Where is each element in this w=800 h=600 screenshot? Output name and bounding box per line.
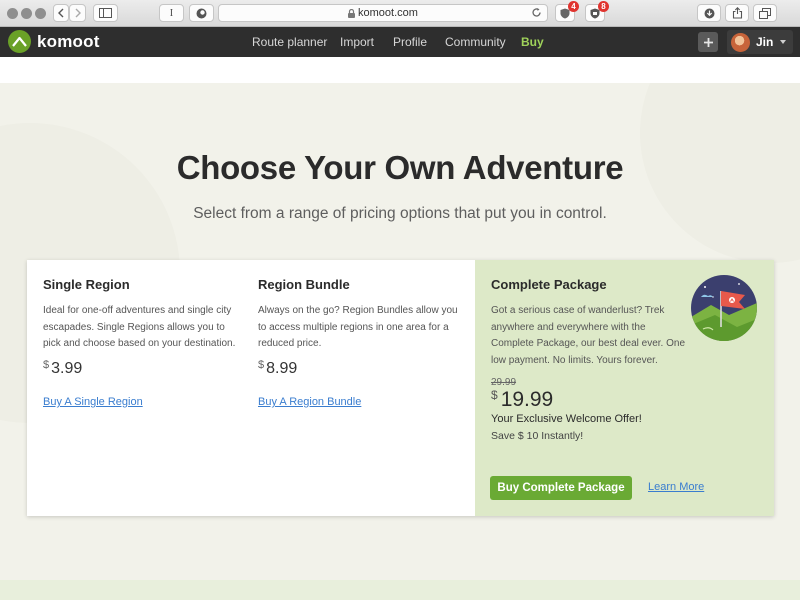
adblock-extension-button[interactable]: 8	[585, 1, 609, 22]
address-bar[interactable]: komoot.com	[218, 4, 548, 22]
browser-toolbar: I komoot.com 4 8	[0, 0, 800, 27]
plan-region-bundle: Region Bundle Always on the go? Region B…	[243, 260, 475, 516]
plus-icon	[703, 37, 713, 47]
plan-complete-package: Complete Package Got a serious case of w…	[475, 260, 774, 516]
user-menu[interactable]: Jin	[727, 30, 793, 54]
extension-button[interactable]	[189, 4, 214, 22]
close-window-button[interactable]	[7, 8, 18, 19]
plan-title: Region Bundle	[258, 277, 350, 292]
privacy-extension-button[interactable]: 4	[555, 1, 579, 22]
user-name: Jin	[756, 35, 774, 49]
nav-import[interactable]: Import	[340, 35, 374, 49]
page-title: Choose Your Own Adventure	[176, 149, 624, 186]
reader-button[interactable]: I	[159, 4, 184, 22]
buy-region-bundle-link[interactable]: Buy A Region Bundle	[258, 396, 361, 408]
forward-button[interactable]	[69, 4, 86, 22]
sidebar-toggle-button[interactable]	[93, 4, 118, 22]
flag-landscape-icon	[691, 275, 757, 341]
savings-text: Save $ 10 Instantly!	[491, 430, 584, 442]
buy-single-region-link[interactable]: Buy A Single Region	[43, 396, 143, 408]
extension-badge-count: 4	[568, 1, 579, 12]
tabs-overview-button[interactable]	[753, 4, 777, 22]
pricing-card: Single Region Ideal for one-off adventur…	[27, 260, 774, 516]
original-price: 29.99	[491, 377, 517, 388]
nav-community[interactable]: Community	[445, 35, 506, 49]
add-button[interactable]	[698, 32, 718, 52]
globe-icon	[196, 8, 207, 18]
chevron-left-icon	[58, 8, 64, 18]
price-value: 19.99	[500, 388, 554, 411]
page-subtitle: Select from a range of pricing options t…	[193, 205, 607, 222]
nav-route-planner[interactable]: Route planner	[252, 35, 327, 49]
download-icon	[704, 8, 714, 18]
buy-complete-package-button[interactable]: Buy Complete Package	[490, 476, 632, 500]
minimize-window-button[interactable]	[21, 8, 32, 19]
currency-symbol: $	[491, 388, 498, 402]
nav-buy[interactable]: Buy	[521, 35, 544, 49]
chevron-down-icon	[780, 40, 787, 44]
site-navigation: komoot Route planner Import Profile Comm…	[0, 27, 800, 57]
zoom-window-button[interactable]	[35, 8, 46, 19]
page-top-strip	[0, 57, 800, 83]
plan-single-region: Single Region Ideal for one-off adventur…	[27, 260, 243, 516]
komoot-logo[interactable]: komoot	[8, 30, 100, 53]
tabs-icon	[759, 7, 771, 19]
downloads-button[interactable]	[697, 4, 721, 22]
share-icon	[732, 7, 742, 19]
footer-band	[0, 580, 800, 600]
plan-description: Got a serious case of wanderlust? Trek a…	[491, 305, 686, 366]
reload-icon[interactable]	[531, 7, 542, 18]
nav-profile[interactable]: Profile	[393, 35, 427, 49]
price-value: 8.99	[266, 360, 298, 377]
extension-badge-count: 8	[598, 1, 609, 12]
avatar	[731, 32, 750, 52]
reader-icon: I	[169, 7, 174, 19]
plan-description: Ideal for one-off adventures and single …	[43, 305, 236, 349]
sidebar-icon	[99, 8, 112, 18]
plan-description: Always on the go? Region Bundles allow y…	[258, 305, 458, 349]
welcome-offer-text: Your Exclusive Welcome Offer!	[491, 413, 642, 425]
plan-title: Single Region	[43, 277, 130, 292]
price-value: 3.99	[51, 360, 83, 377]
currency-symbol: $	[43, 359, 50, 371]
plan-price: $3.99	[43, 359, 82, 378]
url-text: komoot.com	[358, 7, 418, 19]
back-button[interactable]	[53, 4, 69, 22]
plan-price: $8.99	[258, 359, 297, 378]
plan-price: $19.99	[491, 388, 553, 412]
chevron-right-icon	[75, 8, 81, 18]
lock-icon	[348, 8, 356, 18]
learn-more-link[interactable]: Learn More	[648, 481, 704, 493]
share-button[interactable]	[725, 4, 749, 22]
komoot-mountain-icon	[8, 30, 31, 53]
currency-symbol: $	[258, 359, 265, 371]
logo-text: komoot	[37, 31, 100, 51]
plan-title: Complete Package	[491, 277, 607, 292]
